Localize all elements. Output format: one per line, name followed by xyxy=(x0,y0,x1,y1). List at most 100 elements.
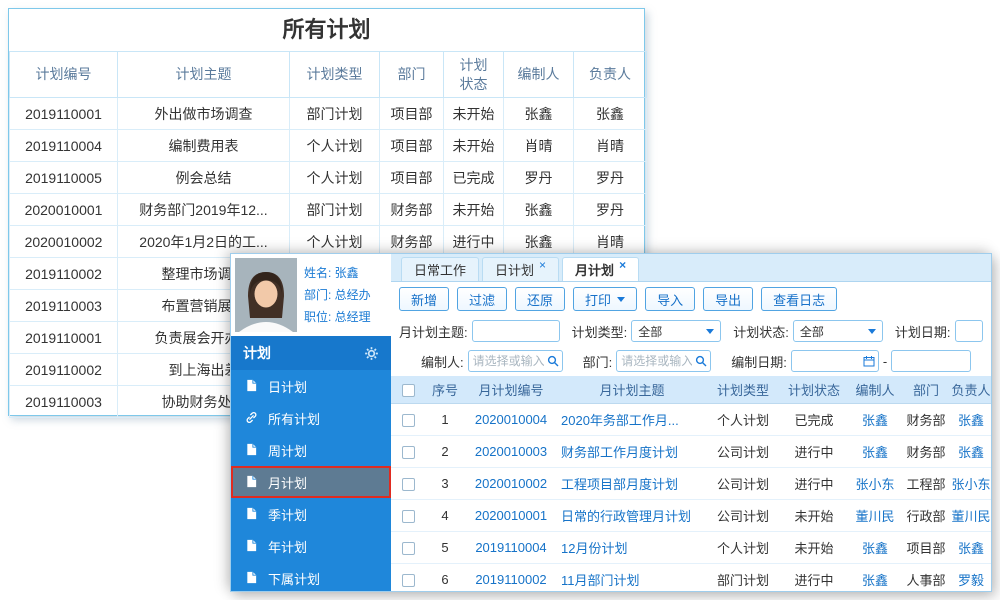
plan-link-number[interactable]: 2020010003 xyxy=(475,444,547,459)
plan-table-row[interactable]: 2 2020010003 财务部工作月度计划 公司计划 进行中 张鑫 财务部 张鑫 xyxy=(391,435,991,468)
sidebar: 姓名: 张鑫 部门: 总经办 职位: 总经理 计划 日计划 所有计划 周计划 月计划季… xyxy=(231,254,391,591)
plan-type-select[interactable]: 全部 xyxy=(631,320,722,342)
plan-link-number[interactable]: 2019110004 xyxy=(475,540,546,555)
view-log-button[interactable]: 查看日志 xyxy=(761,287,838,311)
plan-link-owner[interactable]: 张小东 xyxy=(951,477,990,492)
import-button[interactable]: 导入 xyxy=(645,287,696,311)
plan-link-creator[interactable]: 张鑫 xyxy=(862,413,888,428)
plan-link-creator[interactable]: 张鑫 xyxy=(862,445,888,460)
chevron-down-icon xyxy=(867,328,876,334)
plan-table-row[interactable]: 6 2019110002 11月部门计划 部门计划 进行中 张鑫 人事部 罗毅 xyxy=(391,563,991,591)
plan-cell-topic: 财务部工作月度计划 xyxy=(557,435,707,468)
plan-link-creator[interactable]: 张鑫 xyxy=(862,573,888,588)
plan-cell-owner: 董川民 xyxy=(951,499,991,532)
plan-link-owner[interactable]: 罗毅 xyxy=(958,573,984,588)
close-icon[interactable]: × xyxy=(539,259,546,271)
avatar xyxy=(235,258,297,332)
plan-link-number[interactable]: 2020010004 xyxy=(475,412,547,427)
plan-column-header: 编制人 xyxy=(849,376,901,404)
bg-table-row[interactable]: 2019110001 外出做市场调查 部门计划 项目部 未开始 张鑫 张鑫 xyxy=(9,97,647,130)
row-checkbox[interactable] xyxy=(401,509,415,523)
row-checkbox[interactable] xyxy=(401,541,415,555)
bg-table-row[interactable]: 2019110005 例会总结 个人计划 项目部 已完成 罗丹 罗丹 xyxy=(9,161,647,194)
plan-cell-topic: 2020年务部工作月... xyxy=(557,403,707,436)
plan-link-number[interactable]: 2020010001 xyxy=(475,508,547,523)
toolbar: 新增 过滤 还原 打印 导入 导出 查看日志 xyxy=(391,282,991,316)
select-all-checkbox[interactable] xyxy=(401,383,415,397)
sidebar-section-plans[interactable]: 计划 xyxy=(231,336,391,370)
sidebar-item-quarterly-plan[interactable]: 季计划 xyxy=(231,498,391,530)
checkbox-cell xyxy=(391,435,425,468)
plan-status-label: 计划状态: xyxy=(733,324,789,340)
plan-link-topic[interactable]: 财务部工作月度计划 xyxy=(561,445,678,460)
bg-table-cell: 2019110001 xyxy=(9,97,118,130)
plan-link-topic[interactable]: 12月份计划 xyxy=(561,541,627,556)
sidebar-item-subordinate-plans[interactable]: 下属计划 xyxy=(231,562,391,594)
plan-link-number[interactable]: 2020010002 xyxy=(475,476,547,491)
plan-link-creator[interactable]: 董川民 xyxy=(855,509,894,524)
plan-cell-type: 公司计划 xyxy=(707,467,779,500)
tab-daily-plan[interactable]: 日计划 × xyxy=(482,257,560,281)
button-label: 导出 xyxy=(715,292,742,308)
row-checkbox[interactable] xyxy=(401,477,415,491)
plan-status-select[interactable]: 全部 xyxy=(792,320,883,342)
bg-table-cell: 财务部 xyxy=(379,193,444,226)
plan-cell-number: 2019110002 xyxy=(465,563,557,591)
gear-icon[interactable] xyxy=(364,346,379,361)
bg-table-row[interactable]: 2019110004 编制费用表 个人计划 项目部 未开始 肖晴 肖晴 xyxy=(9,129,647,162)
plan-cell-creator: 张鑫 xyxy=(849,435,901,468)
calendar-icon[interactable] xyxy=(863,355,875,367)
sidebar-item-weekly-plan[interactable]: 周计划 xyxy=(231,434,391,466)
row-checkbox[interactable] xyxy=(401,413,415,427)
sidebar-item-annual-plan[interactable]: 年计划 xyxy=(231,530,391,562)
plan-link-topic[interactable]: 2020年务部工作月... xyxy=(561,413,679,428)
tab-daily-work[interactable]: 日常工作 xyxy=(401,257,480,281)
monthly-topic-input[interactable] xyxy=(471,320,560,342)
sidebar-item-monthly-plan[interactable]: 月计划 xyxy=(231,466,391,498)
bg-table-row[interactable]: 2020010001 财务部门2019年12... 部门计划 财务部 未开始 张鑫 罗丹 xyxy=(9,193,647,226)
close-icon[interactable]: × xyxy=(619,259,626,271)
button-label: 查看日志 xyxy=(773,292,826,308)
button-label: 还原 xyxy=(527,292,554,308)
row-checkbox[interactable] xyxy=(401,445,415,459)
plan-cell-creator: 董川民 xyxy=(849,499,901,532)
button-label: 导入 xyxy=(657,292,684,308)
bg-column-header: 部门 xyxy=(379,51,444,98)
plan-link-owner[interactable]: 张鑫 xyxy=(958,445,984,460)
plan-link-creator[interactable]: 张小东 xyxy=(855,477,894,492)
print-button[interactable]: 打印 xyxy=(573,287,638,311)
plan-table-row[interactable]: 4 2020010001 日常的行政管理月计划 公司计划 未开始 董川民 行政部 董川民 xyxy=(391,499,991,532)
add-button[interactable]: 新增 xyxy=(399,287,450,311)
plan-link-owner[interactable]: 张鑫 xyxy=(958,413,984,428)
plan-cell-type: 个人计划 xyxy=(707,531,779,564)
plan-table-row[interactable]: 3 2020010002 工程项目部月度计划 公司计划 进行中 张小东 工程部 张小东 xyxy=(391,467,991,500)
filter-button[interactable]: 过滤 xyxy=(457,287,508,311)
search-icon[interactable] xyxy=(695,355,707,367)
plan-link-owner[interactable]: 董川民 xyxy=(951,509,990,524)
plan-link-creator[interactable]: 张鑫 xyxy=(862,541,888,556)
bg-table-cell: 个人计划 xyxy=(289,129,380,162)
plan-link-topic[interactable]: 11月部门计划 xyxy=(561,573,640,588)
filter-row-1: 月计划主题: 计划类型: 全部 计划状态: 全部 计划日期: xyxy=(391,316,991,346)
bg-table-cell: 个人计划 xyxy=(289,161,380,194)
plan-link-topic[interactable]: 工程项目部月度计划 xyxy=(561,477,678,492)
bg-table-cell: 张鑫 xyxy=(503,97,574,130)
bg-table-cell: 项目部 xyxy=(379,97,444,130)
plan-link-owner[interactable]: 张鑫 xyxy=(958,541,984,556)
plan-date-input[interactable] xyxy=(954,320,983,342)
sidebar-item-all-plans[interactable]: 所有计划 xyxy=(231,402,391,434)
tab-monthly-plan[interactable]: 月计划 × xyxy=(562,257,640,281)
plan-table-row[interactable]: 1 2020010004 2020年务部工作月... 个人计划 已完成 张鑫 财务部 张鑫 xyxy=(391,403,991,436)
sidebar-item-daily-plan[interactable]: 日计划 xyxy=(231,370,391,402)
row-checkbox[interactable] xyxy=(401,573,415,587)
plan-column-header: 月计划编号 xyxy=(465,376,557,404)
plan-column-header: 部门 xyxy=(901,376,951,404)
restore-button[interactable]: 还原 xyxy=(515,287,566,311)
plan-link-topic[interactable]: 日常的行政管理月计划 xyxy=(561,509,691,524)
export-button[interactable]: 导出 xyxy=(703,287,754,311)
compile-date-to-input[interactable] xyxy=(891,350,972,372)
search-icon[interactable] xyxy=(547,355,559,367)
plan-link-number[interactable]: 2019110002 xyxy=(475,572,546,587)
profile-position: 职位: 总经理 xyxy=(304,310,371,324)
plan-table-row[interactable]: 5 2019110004 12月份计划 个人计划 未开始 张鑫 项目部 张鑫 xyxy=(391,531,991,564)
